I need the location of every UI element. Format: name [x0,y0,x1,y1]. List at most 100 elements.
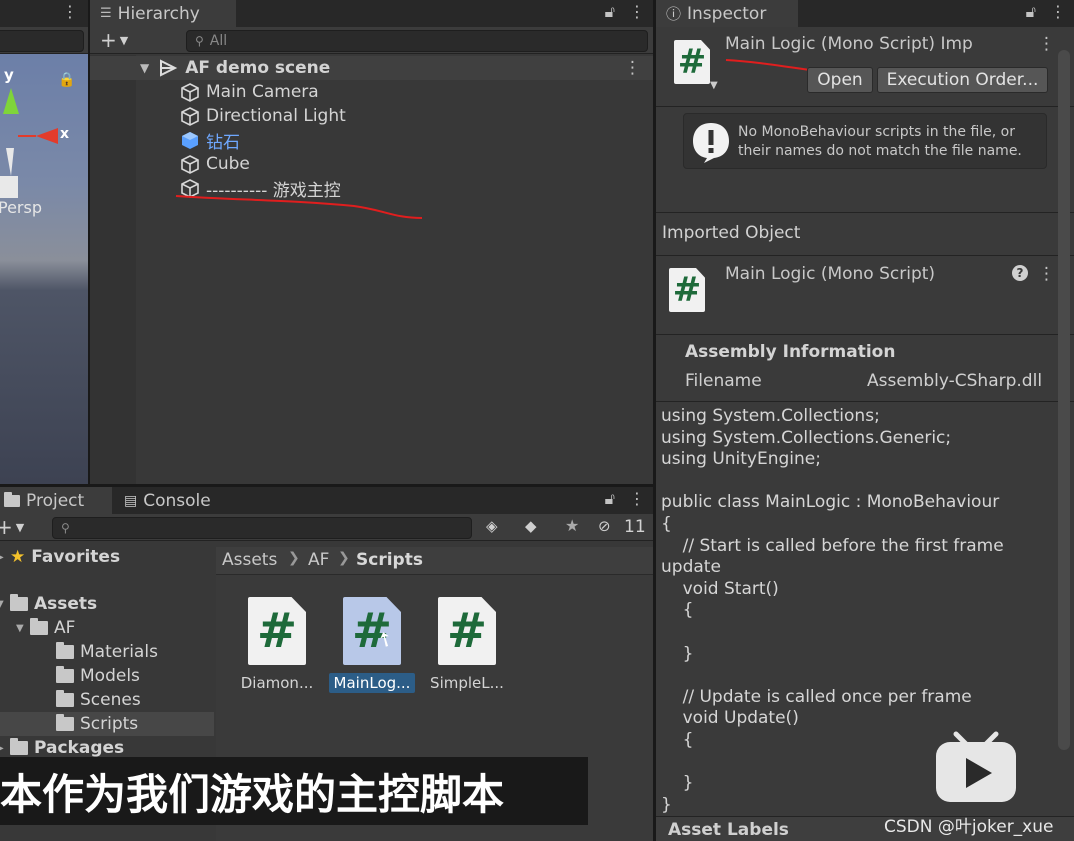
breadcrumb-scripts[interactable]: Scripts [356,550,423,570]
hierarchy-item[interactable]: Main Camera [90,80,653,104]
inspector-panel: ⓘ Inspector 🔓︎ ⋮ # ▼ Main Logic (Mono Sc… [656,0,1074,841]
scene-name: AF demo scene [185,58,331,78]
breadcrumb: Assets ❯ AF ❯ Scripts [216,547,653,575]
scene-row[interactable]: ▼ AF demo scene ⋮ [90,56,653,80]
scene-menu-icon[interactable]: ⋮ [62,2,78,21]
divider [656,212,1074,213]
more-menu-icon[interactable]: ⋮ [1050,2,1066,22]
more-menu-icon[interactable]: ⋮ [629,489,645,509]
hierarchy-tabbar: ☰ Hierarchy 🔓︎ ⋮ [90,0,653,27]
collapse-arrow-icon[interactable]: ▼ [140,61,149,75]
inspector-tab-actions: 🔓︎ ⋮ [1026,2,1066,22]
hierarchy-panel: ☰ Hierarchy 🔓︎ ⋮ + ▼ ⚲ All ▼ AF demo scen… [90,0,653,484]
warning-icon [693,123,729,163]
filename-value: Assembly-CSharp.dll [867,371,1043,391]
tree-item-favorites[interactable]: ▶ ★ Favorites [0,545,214,569]
divider [656,334,1074,335]
script-hash-icon: # [674,40,710,84]
folder-open-icon [10,594,28,611]
video-subtitle: 本作为我们游戏的主控脚本 [0,757,588,825]
breadcrumb-chevron-icon: ❯ [338,550,350,566]
scene-menu-icon[interactable]: ⋮ [624,58,641,78]
favorite-star-icon[interactable]: ★ [565,516,579,535]
create-button[interactable]: + ▼ [100,28,128,52]
asset-file[interactable]: # SimpleL... [424,597,510,693]
tree-label: Packages [34,738,125,758]
header-menu-icon[interactable]: ⋮ [1038,34,1055,54]
gameobject-cube-icon [181,83,199,102]
open-button[interactable]: Open [807,67,873,93]
scene-gizmo-icon[interactable] [0,84,88,184]
axis-y-label: y [4,66,14,84]
lock-icon[interactable]: 🔓︎ [605,489,615,509]
tree-item-af[interactable]: ▼ AF [0,616,214,640]
collapse-arrow-icon[interactable]: ▼ [0,599,10,610]
hierarchy-search-input[interactable]: ⚲ All [186,30,648,52]
asset-file[interactable]: # Diamon... [234,597,320,693]
tree-label: Scripts [80,714,139,734]
asset-file-label: SimpleL... [430,674,504,692]
folder-icon [56,690,74,707]
scene-viewport[interactable]: y 🔒 x Persp [0,54,88,484]
info-icon: ⓘ [666,5,682,23]
tab-project[interactable]: Project [0,487,112,514]
folder-icon [4,491,20,507]
tree-item-assets[interactable]: ▼ Assets [0,592,214,616]
collapse-arrow-icon[interactable]: ▼ [16,623,30,634]
gameobject-cube-icon [181,155,199,174]
hidden-packages-icon[interactable]: ⊘ [598,517,611,535]
search-icon: ⚲ [195,34,204,48]
projection-label[interactable]: Persp [0,198,42,217]
more-menu-icon[interactable]: ⋮ [629,2,645,22]
breadcrumb-assets[interactable]: Assets [222,550,277,570]
tab-project-label: Project [26,490,85,511]
imported-object-label: Imported Object [662,223,801,243]
tab-hierarchy[interactable]: ☰ Hierarchy [90,0,236,27]
csharp-script-icon: # [343,597,401,665]
expand-arrow-icon[interactable]: ▶ [0,743,10,754]
bilibili-logo-icon [936,731,1016,802]
tree-item-scripts[interactable]: Scripts [0,712,214,736]
execution-order-button[interactable]: Execution Order... [877,67,1048,93]
tab-console[interactable]: ▤ Console [114,487,232,514]
tree-label: AF [54,618,76,638]
tree-item-scenes[interactable]: Scenes [0,688,214,712]
create-asset-button[interactable]: + ▼ [0,515,24,539]
filter-by-type-icon[interactable]: ◈ [486,517,498,535]
scene-search-input[interactable] [0,30,84,52]
project-tab-actions: 🔓︎ ⋮ [605,489,645,509]
hierarchy-item[interactable]: 钻石 [90,128,653,153]
dropdown-arrow-icon[interactable]: ▼ [710,80,718,91]
breadcrumb-chevron-icon: ❯ [288,550,300,566]
divider [656,401,1074,402]
hierarchy-item[interactable]: Directional Light [90,104,653,128]
breadcrumb-af[interactable]: AF [308,550,329,570]
tree-item-materials[interactable]: Materials [0,640,214,664]
imported-menu-icon[interactable]: ⋮ [1038,264,1055,284]
hierarchy-item-label: Main Camera [206,82,319,102]
tab-hierarchy-label: Hierarchy [117,3,200,24]
inspector-scrollbar[interactable] [1058,50,1070,750]
folder-open-icon [30,618,48,635]
lock-icon[interactable]: 🔓︎ [605,2,615,22]
asset-file[interactable]: # MainLog... [329,597,415,693]
lock-icon[interactable]: 🔓︎ [1026,2,1036,22]
imported-script-title: Main Logic (Mono Script) [725,264,936,284]
asset-file-label: Diamon... [240,674,314,692]
help-icon[interactable]: ? [1012,265,1028,281]
hidden-packages-count: 11 [624,517,646,537]
expand-arrow-icon[interactable]: ▶ [0,552,10,563]
tab-inspector[interactable]: ⓘ Inspector [656,0,798,27]
hierarchy-item[interactable]: Cube [90,152,653,176]
project-search-input[interactable]: ⚲ [52,517,472,539]
search-placeholder: All [209,33,228,49]
gizmo-center-cube[interactable] [0,176,18,198]
tab-inspector-label: Inspector [687,3,767,24]
tree-label: Favorites [31,547,121,567]
hierarchy-tab-actions: 🔓︎ ⋮ [605,2,645,22]
hierarchy-item-label: 钻石 [206,132,240,153]
axis-x-label: x [60,126,70,142]
tree-item-models[interactable]: Models [0,664,214,688]
scene-panel: ⋮ y 🔒 x Persp [0,0,88,484]
filter-by-label-icon[interactable]: ◆ [525,517,537,535]
